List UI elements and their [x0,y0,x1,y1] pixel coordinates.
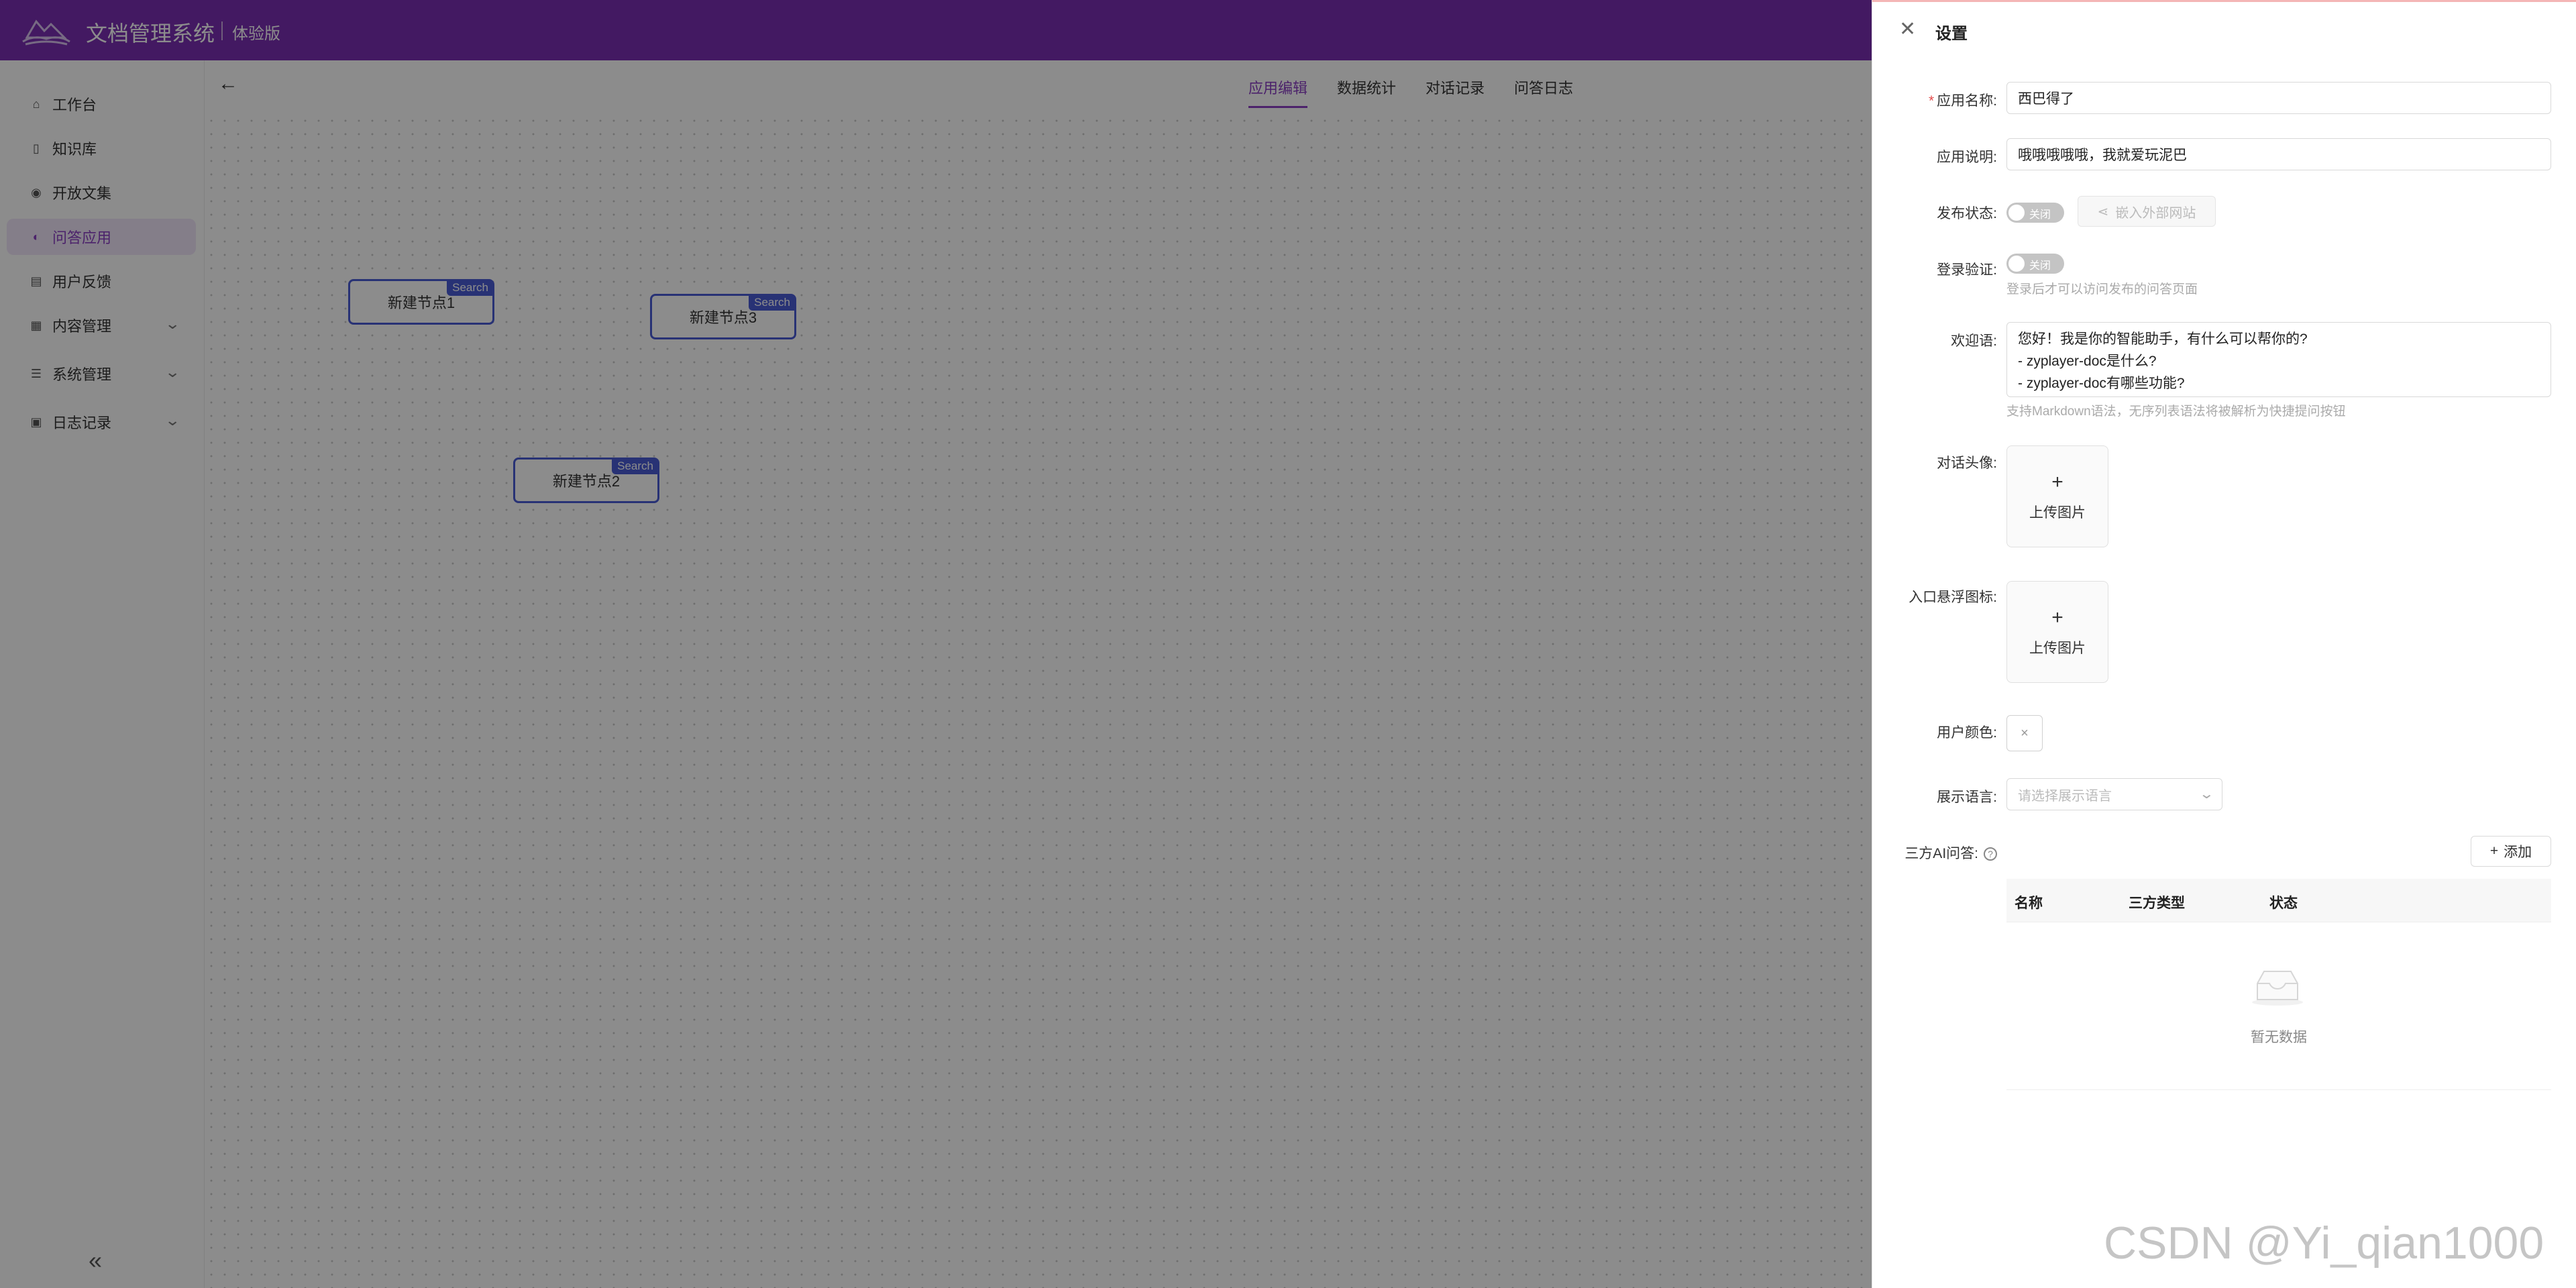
welcome-line: - zyplayer-doc有哪些功能? [2018,376,2185,391]
toggle-knob [2008,256,2025,272]
table-empty-state: 暂无数据 [2006,922,2551,1090]
modal-mask[interactable] [0,0,1872,1288]
app-desc-label: 应用说明: [1937,150,1997,165]
publish-toggle[interactable]: 关闭 [2006,203,2064,223]
language-label: 展示语言: [1937,790,1997,805]
drawer-title: 设置 [1935,25,1968,43]
column-header: 状态 [2269,896,2298,911]
plus-icon: + [2489,843,2499,859]
language-select[interactable]: 请选择展示语言 ⌄ [2006,778,2222,810]
float-icon-label: 入口悬浮图标: [1909,590,1997,605]
embed-website-label: 嵌入外部网站 [2115,205,2196,221]
empty-text: 暂无数据 [2251,1030,2307,1045]
toggle-text: 关闭 [2029,209,2051,221]
publish-status-label: 发布状态: [1937,206,1997,221]
third-party-ai-label-text: 三方AI问答: [1904,846,1978,861]
drawer-top-border [1872,0,2576,2]
app-name-label: * 应用名称: [1929,90,1997,110]
upload-text: 上传图片 [2029,505,2086,521]
user-color-label: 用户颜色: [1937,725,1997,741]
welcome-label: 欢迎语: [1951,333,1997,349]
language-placeholder: 请选择展示语言 [2018,788,2112,804]
login-toggle[interactable]: 关闭 [2006,254,2064,274]
welcome-line: - zyplayer-doc是什么? [2018,354,2157,369]
toggle-text: 关闭 [2029,260,2051,272]
column-header: 名称 [2015,896,2043,911]
login-verify-label: 登录验证: [1937,262,1997,278]
welcome-line: 您好！我是你的智能助手，有什么可以帮你的? [2018,331,2308,347]
login-help-text: 登录后才可以访问发布的问答页面 [2006,282,2198,297]
close-icon[interactable]: ✕ [1899,17,1916,41]
upload-text: 上传图片 [2029,641,2086,656]
plus-icon: + [2051,471,2063,493]
toggle-knob [2008,205,2025,221]
app-name-label-text: 应用名称: [1937,93,1997,109]
settings-drawer: ✕ 设置 * 应用名称: 西巴得了 应用说明: 哦哦哦哦哦，我就爱玩泥巴 发布状态… [1872,0,2576,1288]
empty-box-icon [2252,971,2303,1006]
float-icon-upload[interactable]: + 上传图片 [2006,581,2108,683]
table-header: 名称 三方类型 状态 [2006,879,2551,922]
share-icon: ⋖ [2097,204,2109,219]
chevron-down-icon: ⌄ [2198,787,2215,802]
avatar-label: 对话头像: [1937,455,1997,471]
add-third-party-button[interactable]: + 添加 [2471,836,2551,867]
welcome-textarea[interactable]: 您好！我是你的智能助手，有什么可以帮你的? - zyplayer-doc是什么?… [2006,322,2551,397]
app-name-input[interactable]: 西巴得了 [2006,82,2551,114]
app-desc-input[interactable]: 哦哦哦哦哦，我就爱玩泥巴 [2006,138,2551,170]
third-party-ai-label: 三方AI问答:? [1904,843,1997,863]
column-header: 三方类型 [2129,896,2185,911]
add-label: 添加 [2504,845,2532,860]
csdn-watermark: CSDN @Yi_qian1000 [2104,1218,2544,1269]
question-icon[interactable]: ? [1984,847,1997,861]
avatar-upload[interactable]: + 上传图片 [2006,445,2108,547]
required-mark: * [1928,93,1935,109]
clear-color-icon: × [2021,725,2029,741]
color-picker[interactable]: × [2006,715,2043,751]
plus-icon: + [2051,606,2063,629]
welcome-help-text: 支持Markdown语法，无序列表语法将被解析为快捷提问按钮 [2006,405,2346,419]
embed-website-button[interactable]: ⋖ 嵌入外部网站 [2078,196,2216,227]
